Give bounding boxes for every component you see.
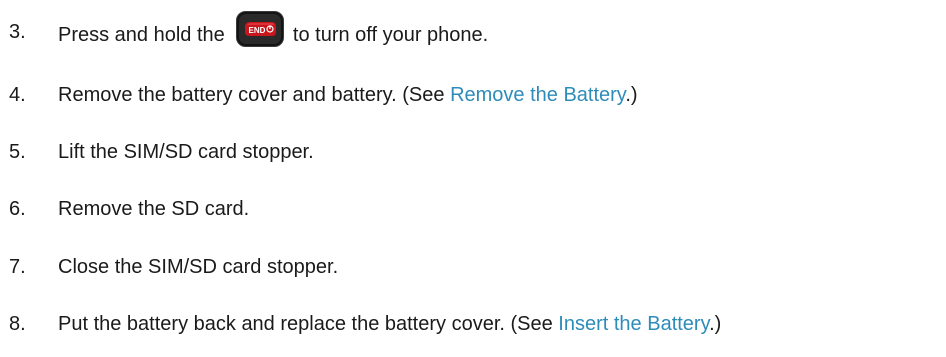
step-text: Remove the SD card. [58,198,250,220]
step-number: 7. [9,256,26,278]
step-number: 3. [9,21,26,43]
step-text: Lift the SIM/SD card stopper. [58,141,314,163]
step-text-after: to turn off your phone. [292,24,489,46]
step-text-before: Put the battery back and replace the bat… [58,313,559,335]
step-text: Put the battery back and replace the bat… [58,309,721,339]
step-5: 5. Lift the SIM/SD card stopper. [0,137,946,167]
step-number: 4. [9,84,26,106]
step-text-after: .) [709,313,722,335]
end-key-label: END [249,26,266,35]
step-number: 8. [9,313,26,335]
step-text-before: Press and hold the [58,24,225,46]
end-key-graphic: END [236,11,285,47]
step-4: 4. Remove the battery cover and battery.… [0,80,946,110]
end-key-icon: END [236,11,285,47]
step-6: 6. Remove the SD card. [0,194,946,224]
step-number: 6. [9,198,26,220]
step-text: Remove the battery cover and battery. (S… [58,80,638,110]
step-7: 7. Close the SIM/SD card stopper. [0,252,946,282]
step-number: 5. [9,141,26,163]
step-3: 3. Press and hold the END to turn off yo… [0,11,946,50]
step-8: 8. Put the battery back and replace the … [0,309,946,339]
insert-battery-link[interactable]: Insert the Battery [558,313,709,335]
remove-battery-link[interactable]: Remove the Battery [450,84,625,106]
step-text: Close the SIM/SD card stopper. [58,256,339,278]
step-text: Press and hold the END to turn off your … [58,11,489,50]
step-text-after: .) [625,84,638,106]
step-text-before: Remove the battery cover and battery. (S… [58,84,451,106]
